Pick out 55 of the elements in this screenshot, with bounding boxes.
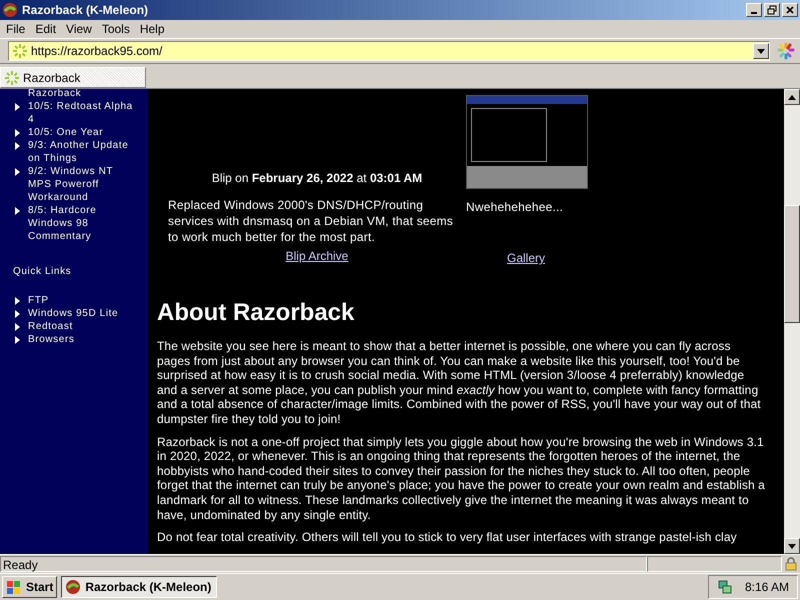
down-arrow-icon <box>788 544 796 548</box>
bullet-arrow-icon <box>15 207 20 215</box>
minimize-icon <box>751 12 757 14</box>
blip-text: Replaced Windows 2000's DNS/DHCP/routing services with dnsmasq on a Debian VM, that seems to work much better for the most part. <box>168 197 454 245</box>
scroll-thumb[interactable] <box>784 205 800 323</box>
taskbar-button[interactable]: Razorback (K-Meleon) <box>61 576 218 598</box>
scrollbar[interactable] <box>784 89 800 554</box>
close-icon <box>785 5 795 15</box>
gallery-caption: Nwehehehehee... <box>466 199 564 216</box>
restore-icon <box>767 5 777 15</box>
sidebar-link[interactable]: Razorback <box>0 89 148 100</box>
restore-button[interactable] <box>764 3 780 17</box>
pinwheel-logo-icon <box>776 41 796 61</box>
sidebar-link[interactable]: 10/5: One Year <box>28 126 133 139</box>
windows-flag-icon <box>6 579 22 595</box>
paragraph: Razorback is not a one-off project that simply lets you giggle about how you're browsing the web in Windows 3.1 in 2020, 2022, or whenever. This is an ongoing thing that represents the forgotten heroes of the internet, the hobbyists who hand-coded their sites to convey their passion for the niches they stuck to. All too often, people forget that the internet can truly be anyone's place; you have the power to create your own realm and establish a landmark for all to witness. These landmarks collectively give the internet the meaning it was always meant to have, undominated by any single entity. <box>157 434 766 522</box>
bullet-arrow-icon <box>15 103 20 111</box>
sidebar-link[interactable]: Redtoast <box>28 320 133 333</box>
sidebar-link[interactable]: 8/5: Hardcore Windows 98 Commentary <box>28 204 133 243</box>
clock: 8:16 AM <box>744 580 789 594</box>
status-text: Ready <box>0 556 647 572</box>
menu-item[interactable]: Tools <box>98 22 136 36</box>
paragraph: The website you see here is meant to show that a better internet is possible, one where you can fly across pages from just about any browser you can think of. You can make a website like this yourself, too! You'd be surprised at how easy it is to crush social media. With some HTML (version 3/loose 4 preferrably) knowledge and a server at some place, you can publish your mind exactly how you want to, complete with fancy formatting and a total absence of character/image limits. Combined with the power of RSS, you'll have your way out of that dumpster fire they told you to join! <box>157 339 762 427</box>
window-title: Razorback (K-Meleon) <box>22 3 148 17</box>
sidebar-link[interactable]: Windows 95D Lite <box>28 307 133 320</box>
menu-item[interactable]: Edit <box>31 22 62 36</box>
app-icon <box>2 2 18 18</box>
close-button[interactable] <box>782 3 798 17</box>
start-button[interactable]: Start <box>2 576 58 598</box>
blip-archive-link[interactable]: Blip Archive <box>286 249 348 263</box>
blip-heading: Blip on February 26, 2022 at 03:01 AM <box>210 170 424 187</box>
gallery-link[interactable]: Gallery <box>466 251 546 265</box>
up-arrow-icon <box>788 94 796 100</box>
menu-item[interactable]: View <box>62 22 98 36</box>
loading-icon <box>12 43 28 59</box>
scroll-up-button[interactable] <box>784 89 800 105</box>
loading-icon <box>4 70 20 86</box>
address-field[interactable]: https://razorback95.com/ <box>8 41 770 61</box>
sidebar-link[interactable]: Browsers <box>28 333 133 346</box>
network-icon[interactable] <box>716 579 733 595</box>
app-icon <box>65 579 82 595</box>
sidebar-link[interactable]: 9/3: Another Update on Things <box>28 139 133 165</box>
padlock-icon <box>785 557 797 571</box>
sidebar-link[interactable]: 9/2: Windows NT MPS Poweroff Workaround <box>28 165 133 204</box>
section-heading: Quick Links <box>12 265 72 279</box>
minimize-button[interactable] <box>746 3 762 17</box>
menu-item[interactable]: Help <box>136 22 171 36</box>
sidebar-link[interactable]: FTP <box>28 294 133 307</box>
menu-item[interactable]: File <box>2 22 32 36</box>
section-heading: About Razorback <box>157 299 356 327</box>
browser-tab[interactable]: Razorback <box>0 67 146 88</box>
scroll-down-button[interactable] <box>784 538 800 554</box>
sidebar-link[interactable]: 10/5: Redtoast Alpha 4 <box>28 100 133 126</box>
paragraph: Do not fear total creativity. Others will tell you to stick to very flat user interfaces with strange pastel-ish clay <box>157 530 738 545</box>
bullet-arrow-icon <box>15 168 20 176</box>
